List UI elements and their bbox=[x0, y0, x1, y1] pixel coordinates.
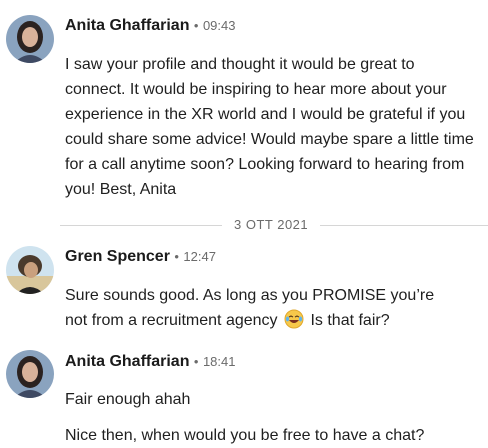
timestamp: 18:41 bbox=[202, 354, 236, 369]
avatar-anita[interactable] bbox=[6, 350, 54, 398]
avatar-gren[interactable] bbox=[6, 246, 54, 294]
separator-dot: • bbox=[193, 18, 199, 33]
message-header: Anita Ghaffarian • 09:43 bbox=[65, 17, 235, 35]
message-line-part: not from a recruitment agency bbox=[65, 312, 278, 329]
message-line-part: Is that fair? bbox=[310, 312, 390, 329]
laughing-emoji-icon bbox=[284, 309, 304, 329]
separator-dot: • bbox=[193, 354, 199, 369]
date-label: 3 OTT 2021 bbox=[222, 217, 321, 232]
avatar-anita[interactable] bbox=[6, 15, 54, 63]
date-divider: 3 OTT 2021 bbox=[0, 214, 488, 236]
message-text: Nice then, when would you be free to hav… bbox=[65, 427, 425, 444]
sender-name[interactable]: Anita Ghaffarian bbox=[65, 353, 189, 370]
message-header: Anita Ghaffarian • 18:41 bbox=[65, 353, 235, 371]
sender-name[interactable]: Anita Ghaffarian bbox=[65, 17, 189, 34]
message-header: Gren Spencer • 12:47 bbox=[65, 248, 216, 266]
message-text: Fair enough ahah bbox=[65, 391, 191, 408]
separator-dot: • bbox=[174, 249, 179, 264]
timestamp: 09:43 bbox=[202, 18, 236, 33]
timestamp: 12:47 bbox=[183, 249, 216, 264]
message-line: not from a recruitment agency Is that fa… bbox=[65, 308, 475, 333]
message-line: Sure sounds good. As long as you PROMISE… bbox=[65, 287, 435, 304]
sender-name[interactable]: Gren Spencer bbox=[65, 248, 170, 265]
message-text: I saw your profile and thought it would … bbox=[65, 56, 474, 198]
message-text: Sure sounds good. As long as you PROMISE… bbox=[65, 283, 475, 333]
